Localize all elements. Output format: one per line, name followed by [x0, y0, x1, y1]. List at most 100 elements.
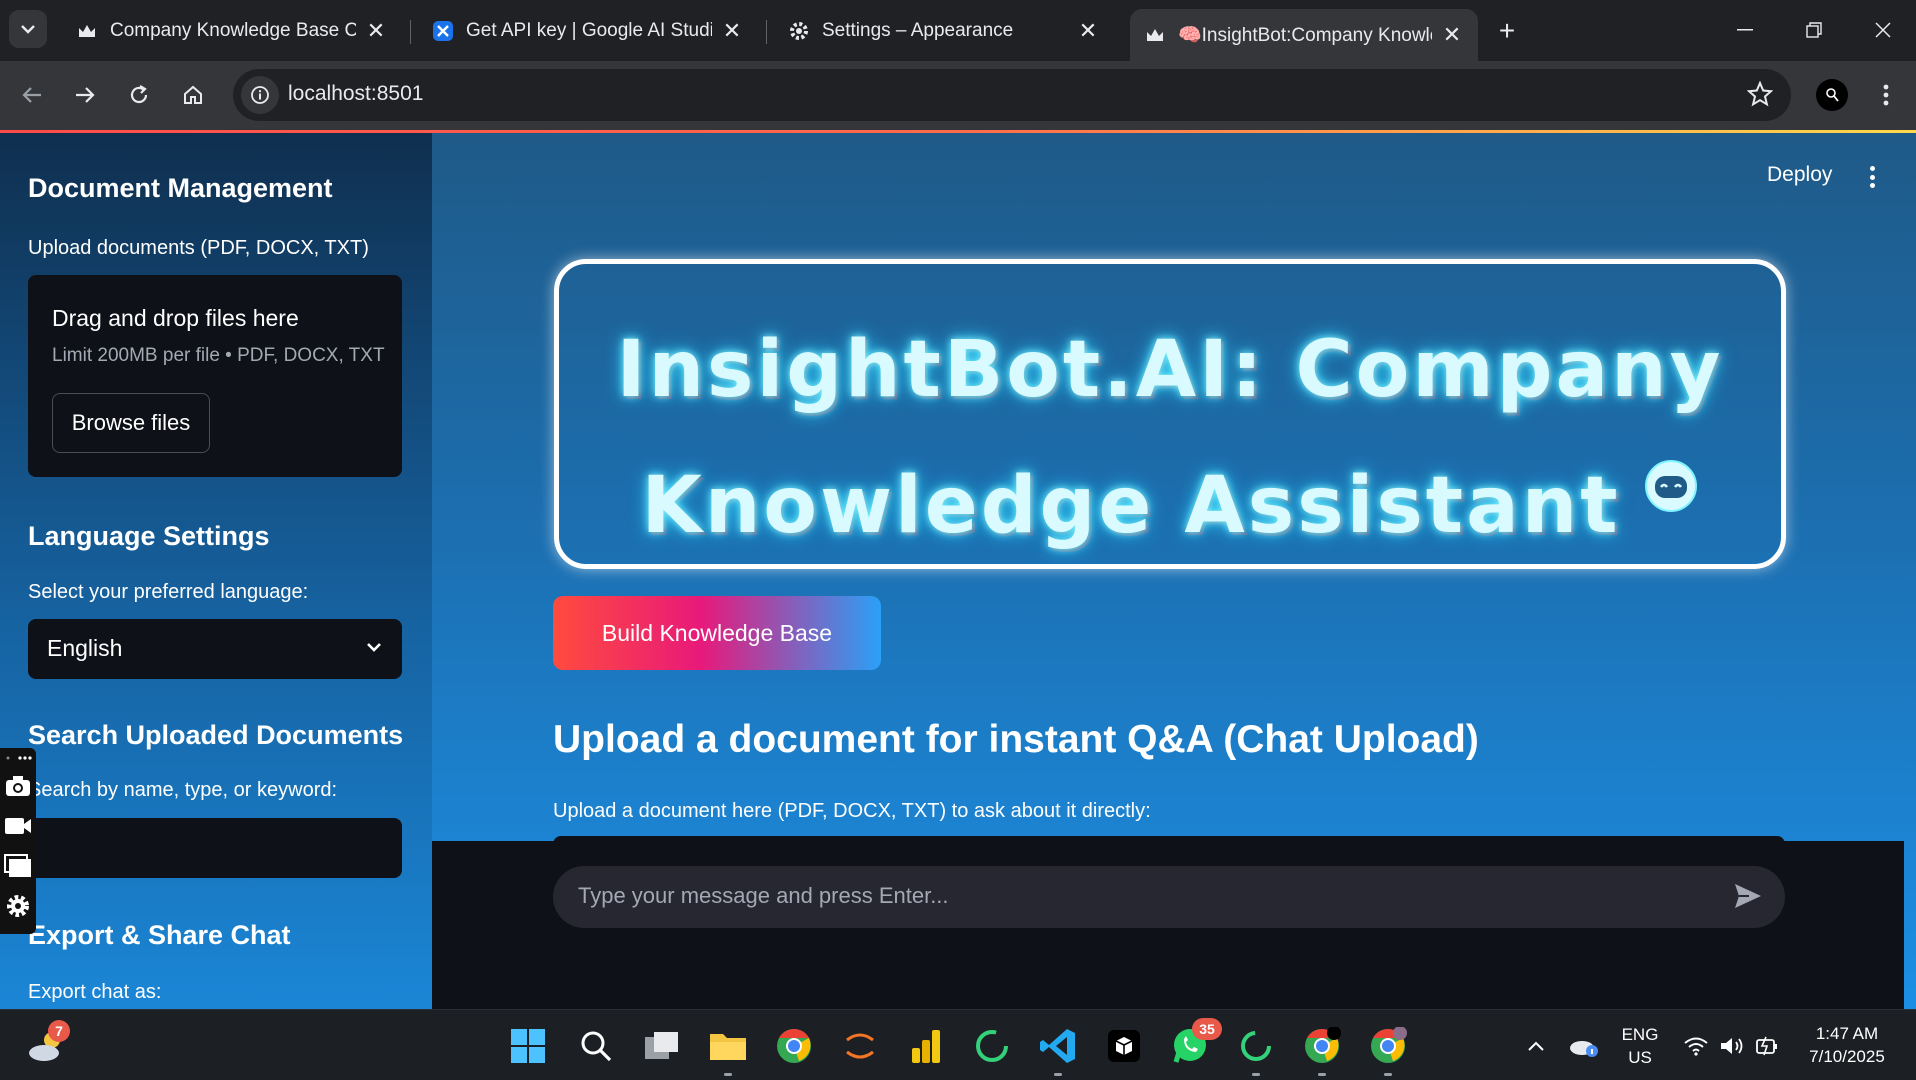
lang-line2: US — [1628, 1048, 1652, 1067]
search-input[interactable] — [28, 818, 402, 878]
running-indicator — [1384, 1073, 1392, 1076]
chrome-profile-icon-2[interactable] — [1366, 1024, 1410, 1076]
profile-avatar-icon[interactable] — [1816, 79, 1848, 111]
gear-favicon-icon — [788, 20, 810, 42]
window-capture-icon[interactable] — [4, 852, 32, 880]
hero-title-line2: Knowledge Assistant — [641, 461, 1621, 551]
whatsapp-badge: 35 — [1192, 1018, 1222, 1040]
chevron-down-icon — [364, 637, 384, 662]
export-share-heading: Export & Share Chat — [28, 920, 291, 950]
screen-recorder-widget — [0, 748, 36, 934]
input-language-indicator[interactable]: ENG US — [1614, 1023, 1666, 1069]
doc-management-heading: Document Management — [28, 173, 333, 203]
crown-favicon-icon — [1144, 24, 1166, 46]
file-dropzone[interactable]: Drag and drop files here Limit 200MB per… — [28, 275, 402, 477]
crown-favicon-icon — [76, 20, 98, 42]
sidebar: Document Management Upload documents (PD… — [0, 133, 432, 1009]
chat-input-bar: Type your message and press Enter... — [432, 841, 1904, 1009]
close-icon[interactable]: ✕ — [720, 18, 744, 43]
tab-separator — [410, 20, 411, 44]
more-dots-icon[interactable] — [4, 750, 32, 766]
weather-badge: 7 — [48, 1020, 70, 1042]
tab-title: 🧠InsightBot:Company Knowledge — [1178, 25, 1432, 46]
hero-banner: InsightBot.AI: Company Knowledge Assista… — [554, 259, 1786, 569]
robot-face-icon — [1644, 460, 1697, 512]
tab-google-ai-studio[interactable]: Get API key | Google AI Studio ✕ — [418, 9, 758, 53]
app-menu-icon[interactable] — [1862, 163, 1882, 191]
search-label: Search by name, type, or keyword: — [28, 779, 338, 801]
loading-app-icon-2[interactable] — [1234, 1024, 1278, 1076]
chat-input-placeholder: Type your message and press Enter... — [578, 883, 949, 908]
running-indicator — [1252, 1073, 1260, 1076]
task-view-icon[interactable] — [640, 1024, 684, 1068]
tab-title: Settings – Appearance — [822, 20, 1014, 41]
clock[interactable]: 1:47 AM 7/10/2025 — [1796, 1022, 1898, 1068]
ai-studio-favicon-icon — [432, 20, 454, 42]
camera-icon[interactable] — [4, 772, 32, 800]
search-documents-heading: Search Uploaded Documents — [28, 720, 404, 750]
chat-upload-heading: Upload a document for instant Q&A (Chat … — [553, 718, 1479, 761]
chrome-icon[interactable] — [772, 1024, 816, 1068]
tab-company-knowledge-base[interactable]: Company Knowledge Base Chat ✕ — [62, 9, 402, 53]
export-label: Export chat as: — [28, 981, 162, 1003]
chevron-down-icon — [21, 25, 35, 34]
back-arrow-icon[interactable] — [12, 75, 52, 115]
close-icon[interactable]: ✕ — [1076, 18, 1100, 43]
browser-tab-strip: Company Knowledge Base Chat ✕ Get API ke… — [0, 0, 1916, 61]
clock-time: 1:47 AM — [1815, 1024, 1879, 1043]
tab-separator — [766, 20, 767, 44]
running-indicator — [1318, 1073, 1326, 1076]
tab-settings-appearance[interactable]: Settings – Appearance ✕ — [774, 9, 1114, 53]
weather-widget-icon[interactable]: 7 — [24, 1020, 70, 1068]
home-icon[interactable] — [173, 75, 213, 115]
loading-app-icon[interactable] — [970, 1024, 1014, 1068]
whatsapp-icon[interactable]: 35 — [1168, 1018, 1222, 1068]
chrome-profile-icon[interactable] — [1300, 1024, 1344, 1076]
deploy-button[interactable]: Deploy — [1767, 163, 1832, 187]
language-settings-heading: Language Settings — [28, 521, 270, 551]
windows-taskbar: 7 35 ENG US 1:47 AM 7/10/2025 — [0, 1009, 1916, 1080]
build-knowledge-base-button[interactable]: Build Knowledge Base — [553, 596, 881, 670]
power-bi-icon[interactable] — [904, 1024, 948, 1068]
send-icon[interactable] — [1733, 882, 1763, 915]
hero-title: InsightBot.AI: Company Knowledge Assista… — [559, 302, 1781, 574]
vscode-icon[interactable] — [1036, 1024, 1080, 1076]
search-icon[interactable] — [574, 1024, 618, 1068]
box-app-icon[interactable] — [1102, 1024, 1146, 1068]
reload-icon[interactable] — [119, 75, 159, 115]
tab-insightbot[interactable]: 🧠InsightBot:Company Knowledge ✕ — [1130, 9, 1478, 61]
language-select-value: English — [47, 635, 123, 661]
minimize-icon[interactable] — [1725, 12, 1765, 48]
video-record-icon[interactable] — [4, 812, 32, 840]
language-select[interactable]: English — [28, 619, 402, 679]
running-indicator — [724, 1073, 732, 1076]
running-indicator — [1054, 1073, 1062, 1076]
window-close-icon[interactable] — [1863, 12, 1903, 48]
jupyter-icon[interactable] — [838, 1024, 882, 1068]
lang-line1: ENG — [1621, 1025, 1659, 1044]
battery-icon[interactable] — [1746, 1024, 1790, 1068]
clock-date: 7/10/2025 — [1809, 1047, 1885, 1066]
tab-search-button[interactable] — [9, 10, 47, 48]
site-info-icon[interactable] — [241, 76, 279, 114]
file-explorer-icon[interactable] — [706, 1024, 750, 1076]
browse-files-button[interactable]: Browse files — [52, 393, 210, 453]
chat-input[interactable]: Type your message and press Enter... — [553, 866, 1785, 928]
url-text: localhost:8501 — [288, 82, 424, 105]
bookmark-star-icon[interactable] — [1746, 80, 1774, 112]
forward-arrow-icon[interactable] — [65, 75, 105, 115]
chevron-up-icon[interactable] — [1514, 1024, 1558, 1068]
new-tab-button[interactable]: + — [1490, 14, 1524, 48]
settings-gear-icon[interactable] — [4, 892, 32, 920]
windows-start-icon[interactable] — [506, 1024, 550, 1068]
address-bar[interactable]: localhost:8501 — [233, 69, 1791, 121]
chat-upload-label: Upload a document here (PDF, DOCX, TXT) … — [553, 800, 1151, 822]
hero-title-line1: InsightBot.AI: Company — [616, 325, 1724, 415]
browser-toolbar: localhost:8501 — [0, 61, 1916, 130]
close-icon[interactable]: ✕ — [1440, 22, 1464, 47]
onedrive-icon[interactable] — [1562, 1024, 1606, 1068]
restore-icon[interactable] — [1794, 12, 1834, 48]
browser-menu-icon[interactable] — [1866, 75, 1906, 115]
upload-label: Upload documents (PDF, DOCX, TXT) — [28, 237, 369, 259]
close-icon[interactable]: ✕ — [364, 18, 388, 43]
